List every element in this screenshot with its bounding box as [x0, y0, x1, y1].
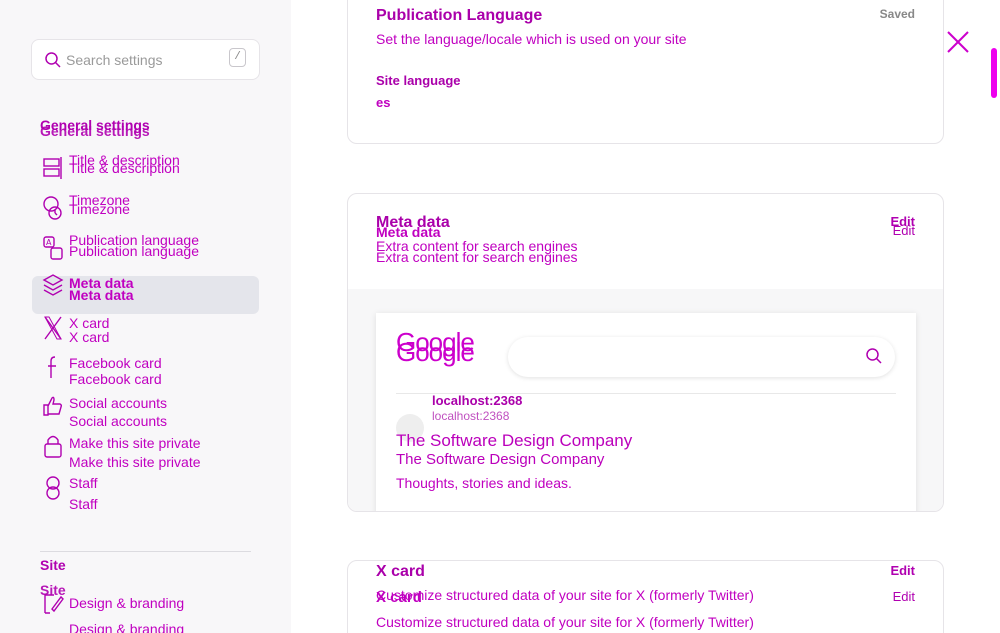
card-title: X card — [376, 563, 425, 580]
publication-language-card: Publication Language Saved Set the langu… — [347, 0, 944, 144]
lock-icon — [44, 435, 62, 458]
sidebar-item-social-accounts[interactable]: Social accounts Social accounts — [32, 395, 259, 434]
sidebar-item-label-echo: Make this site private — [69, 454, 201, 470]
sidebar-item-label-echo: Facebook card — [69, 371, 162, 387]
sidebar-item-label: Design & branding — [69, 595, 185, 611]
sidebar-item-make-site-private[interactable]: Make this site private Make this site pr… — [32, 435, 259, 474]
preview-description: Thoughts, stories and ideas. — [396, 475, 572, 491]
sidebar-item-label-echo: Timezone — [69, 201, 130, 217]
search-box[interactable]: / — [31, 39, 260, 80]
general-settings-title-echo: General settings — [40, 123, 150, 139]
site-heading: Site Site — [40, 557, 66, 598]
sidebar-item-timezone[interactable]: Timezone Timezone — [32, 189, 259, 227]
shortcut-hint: / — [229, 48, 246, 67]
edit-button-echo[interactable]: Edit — [893, 223, 915, 238]
search-input[interactable] — [66, 48, 216, 72]
sidebar-item-label: Social accounts — [69, 395, 168, 411]
site-language-label: Site language — [376, 73, 461, 88]
facebook-icon — [48, 356, 56, 378]
title-icon — [43, 157, 62, 179]
svg-text:A: A — [46, 238, 52, 247]
sidebar-item-label: Staff — [69, 475, 98, 491]
card-title: Publication Language — [376, 7, 543, 24]
design-icon — [44, 594, 64, 614]
edit-button-echo[interactable]: Edit — [893, 589, 915, 604]
card-description: Customize structured data of your site f… — [376, 587, 754, 603]
thumbs-up-icon — [43, 396, 63, 416]
sidebar-item-label-echo: Publication language — [69, 243, 199, 259]
card-description: Set the language/locale which is used on… — [376, 31, 687, 47]
site-title: Site — [40, 557, 66, 573]
general-settings-heading: General settings General settings — [40, 117, 150, 139]
sidebar-item-publication-language[interactable]: A Publication language Publication langu… — [32, 229, 259, 267]
sidebar-item-title-description[interactable]: Title & description Title & description — [32, 149, 259, 187]
x-card-card: X card X card Edit Edit Customize struct… — [347, 560, 944, 633]
close-icon[interactable] — [945, 29, 971, 55]
google-preview: Google Google localhost:2368 localhost:2… — [376, 313, 916, 511]
preview-title: The Software Design Company — [396, 431, 633, 450]
settings-sidebar: / General settings General settings Titl… — [0, 0, 291, 633]
sidebar-item-label-echo: Staff — [69, 496, 98, 512]
search-icon — [45, 52, 61, 68]
sidebar-item-staff[interactable]: Staff Staff — [32, 475, 259, 514]
sidebar-item-label-echo: X card — [69, 329, 110, 345]
search-icon — [866, 348, 882, 364]
preview-url-echo: localhost:2368 — [432, 409, 510, 423]
timezone-icon — [43, 196, 62, 220]
sidebar-item-label-echo: Title & description — [69, 160, 180, 176]
sidebar-item-meta-data[interactable]: Meta data Meta data — [32, 274, 259, 314]
google-logo-echo: Google — [396, 337, 475, 367]
sidebar-item-design-branding[interactable]: Design & branding Design & branding — [32, 592, 259, 633]
sidebar-item-label-echo: Meta data — [69, 287, 134, 303]
sidebar-item-facebook-card[interactable]: Facebook card Facebook card — [32, 355, 259, 394]
scrollbar-thumb[interactable] — [991, 48, 997, 98]
saved-status: Saved — [879, 7, 915, 21]
card-description-echo: Customize structured data of your site f… — [376, 614, 754, 630]
staff-icon — [46, 476, 60, 500]
search-preview-area: Google Google localhost:2368 localhost:2… — [348, 289, 943, 511]
card-description-echo: Extra content for search engines — [376, 249, 578, 265]
google-search-bar — [508, 337, 895, 377]
sidebar-item-label-echo: Design & branding — [69, 621, 185, 633]
preview-url: localhost:2368 — [432, 393, 523, 408]
site-language-value[interactable]: es — [376, 95, 390, 110]
language-icon: A — [43, 236, 63, 260]
sidebar-item-label-echo: Social accounts — [69, 413, 168, 429]
edit-button[interactable]: Edit — [890, 563, 915, 578]
sidebar-item-label: Make this site private — [69, 435, 201, 451]
sidebar-divider — [40, 551, 251, 552]
meta-data-card: Meta data Meta data Edit Edit Extra cont… — [347, 193, 944, 512]
sidebar-item-x-card[interactable]: X card X card — [32, 315, 259, 354]
x-icon — [44, 316, 62, 340]
preview-title-echo: The Software Design Company — [396, 451, 605, 468]
sidebar-item-label: Facebook card — [69, 355, 162, 371]
meta-data-icon — [42, 274, 64, 296]
